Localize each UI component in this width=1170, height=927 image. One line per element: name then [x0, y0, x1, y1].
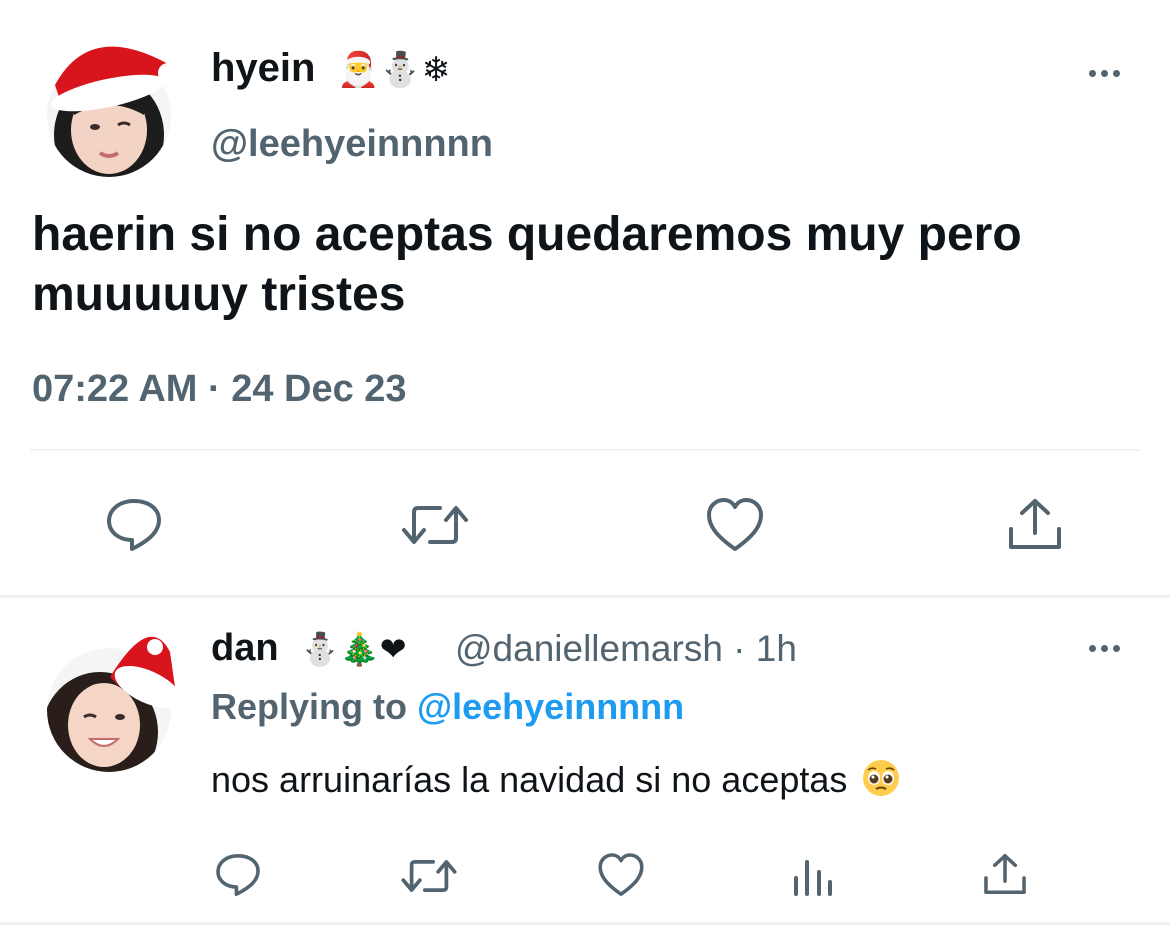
display-name[interactable]: dan [211, 627, 279, 670]
retweet-icon[interactable] [400, 500, 470, 550]
bottom-divider [0, 922, 1170, 925]
more-dot [1089, 70, 1096, 77]
avatar-hyein[interactable] [40, 25, 178, 180]
avatar-hyein-image [47, 46, 178, 177]
handle-time[interactable]: @daniellemarsh · 1h [455, 628, 797, 670]
display-name[interactable]: hyein [211, 46, 315, 91]
handle[interactable]: @leehyeinnnnn [211, 123, 493, 166]
more-dot [1113, 645, 1120, 652]
reply-icon[interactable] [214, 852, 262, 898]
avatar-dan[interactable] [40, 617, 178, 773]
more-icon[interactable] [1089, 645, 1120, 652]
share-icon[interactable] [982, 852, 1028, 896]
analytics-icon[interactable] [792, 856, 834, 896]
section-divider [0, 595, 1170, 598]
retweet-icon[interactable] [400, 855, 458, 897]
replying-mention[interactable]: @leehyeinnnnn [417, 686, 684, 727]
reply-text-container: nos arruinarías la navidad si no aceptas [211, 758, 901, 807]
more-dot [1113, 70, 1120, 77]
like-icon[interactable] [705, 497, 765, 553]
pleading-face-emoji [861, 758, 901, 807]
reply-text: nos arruinarías la navidad si no aceptas [211, 759, 848, 800]
timestamp[interactable]: 07:22 AM · 24 Dec 23 [32, 368, 407, 411]
tweet-text: haerin si no aceptas quedaremos muy pero… [32, 208, 1022, 321]
more-icon[interactable] [1089, 70, 1120, 77]
more-dot [1101, 645, 1108, 652]
divider [30, 449, 1140, 451]
share-icon[interactable] [1006, 497, 1064, 551]
like-icon[interactable] [597, 852, 645, 898]
more-dot [1089, 645, 1096, 652]
replying-prefix: Replying to [211, 686, 407, 727]
more-dot [1101, 70, 1108, 77]
name-emojis: ⛄🎄❤ [300, 630, 407, 668]
avatar-dan-image [47, 636, 178, 772]
replying-to: Replying to @leehyeinnnnn [211, 686, 684, 728]
reply-icon[interactable] [104, 497, 164, 553]
name-emojis: 🎅⛄❄ [337, 50, 451, 90]
